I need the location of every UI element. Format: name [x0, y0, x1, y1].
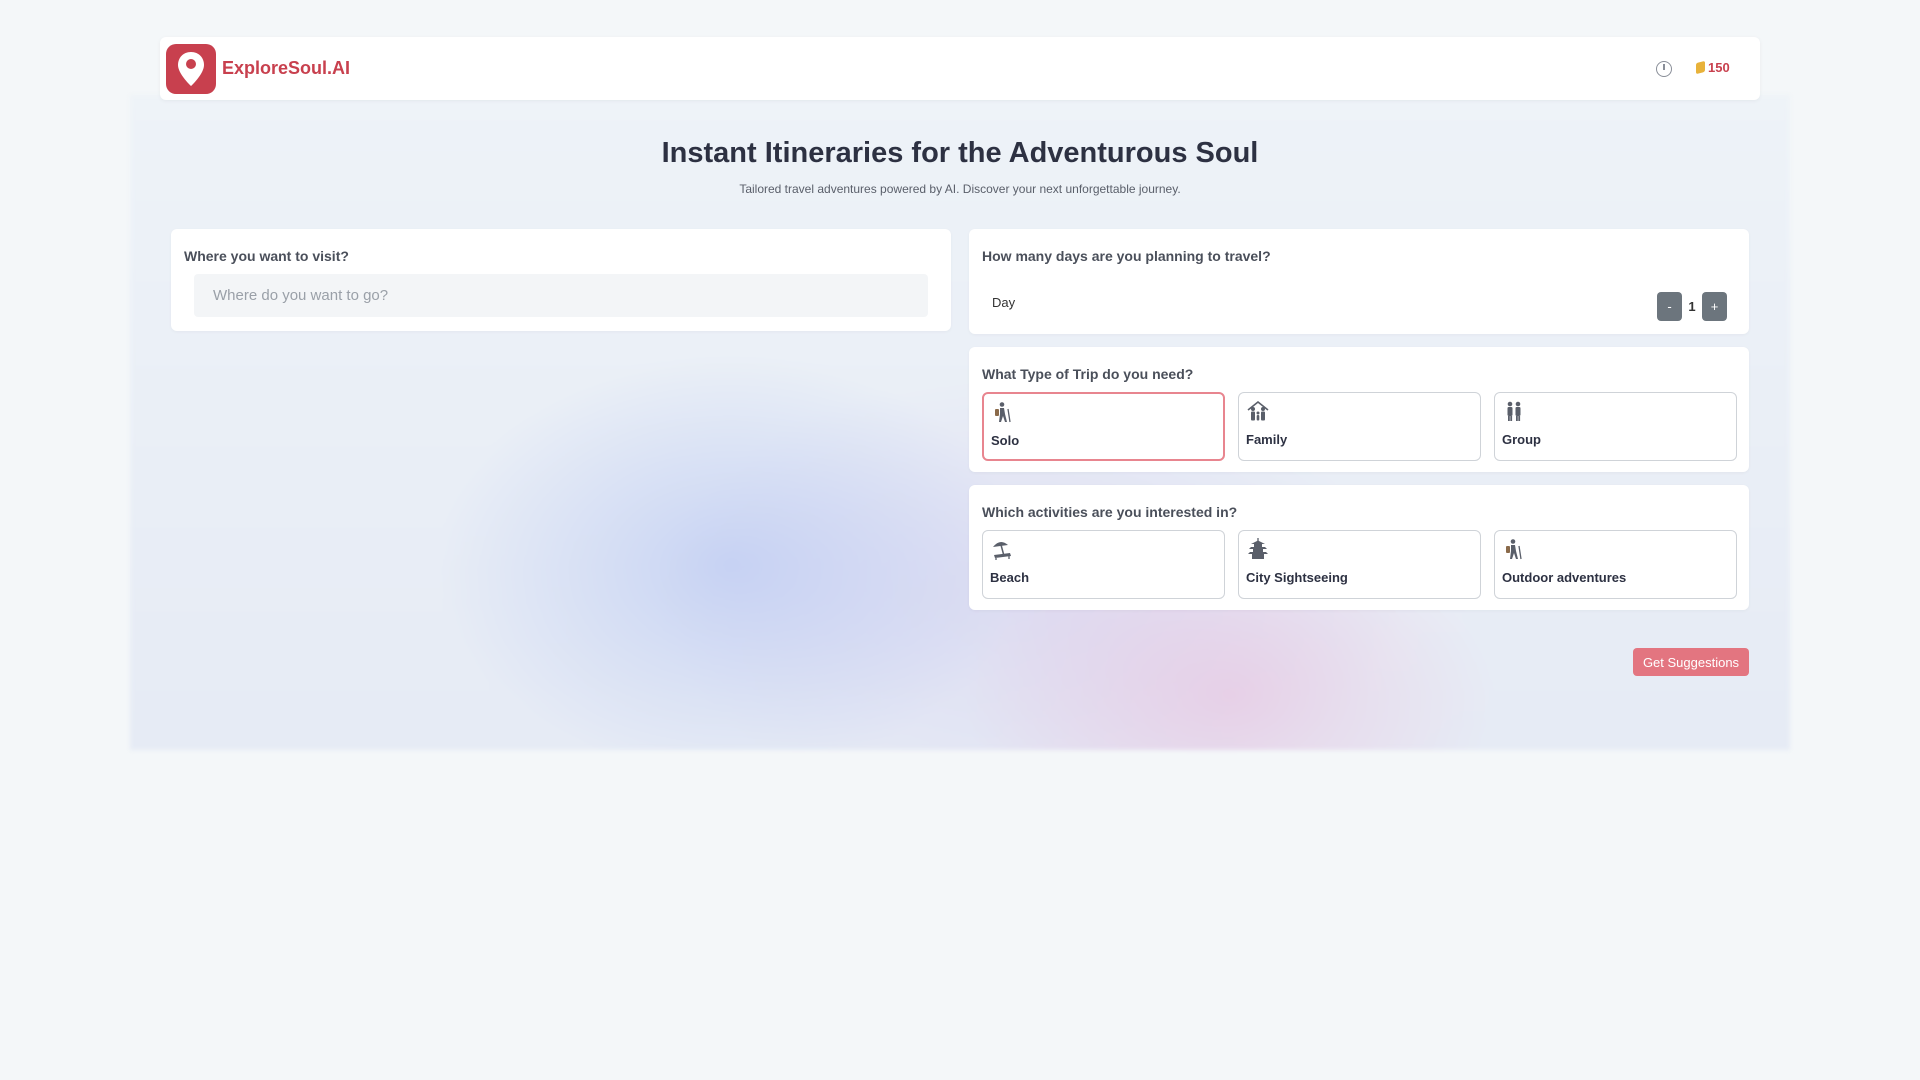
days-card: How many days are you planning to travel…	[969, 229, 1749, 334]
activity-option-label: City Sightseeing	[1246, 570, 1348, 585]
group-icon	[1507, 401, 1521, 421]
decrement-days-button[interactable]: -	[1657, 292, 1682, 321]
trip-option-solo[interactable]: Solo	[982, 392, 1225, 461]
beach-umbrella-icon	[993, 541, 1011, 560]
day-unit-label: Day	[992, 295, 1016, 310]
activity-option-outdoor-adventures[interactable]: Outdoor adventures	[1494, 530, 1737, 599]
increment-days-button[interactable]: +	[1702, 292, 1727, 321]
coin-balance[interactable]: 150	[1696, 60, 1730, 75]
activities-label: Which activities are you interested in?	[982, 504, 1238, 520]
trip-type-card: What Type of Trip do you need? Solo Fami…	[969, 347, 1749, 472]
trip-option-label: Solo	[991, 433, 1020, 448]
destination-input[interactable]	[194, 274, 928, 317]
trip-option-family[interactable]: Family	[1238, 392, 1481, 461]
location-pin-icon[interactable]	[166, 44, 216, 94]
page-title: Instant Itineraries for the Adventurous …	[661, 137, 1259, 169]
activity-option-beach[interactable]: Beach	[982, 530, 1225, 599]
days-label: How many days are you planning to travel…	[982, 248, 1271, 264]
family-icon	[1247, 400, 1269, 421]
trip-type-label: What Type of Trip do you need?	[982, 366, 1194, 382]
history-clock-icon[interactable]	[1656, 61, 1672, 77]
activities-card: Which activities are you interested in? …	[969, 485, 1749, 610]
coin-stack-icon	[1696, 60, 1705, 75]
activity-option-label: Outdoor adventures	[1502, 570, 1627, 585]
page-subtitle: Tailored travel adventures powered by AI…	[739, 182, 1181, 196]
activity-option-label: Beach	[990, 570, 1030, 585]
pagoda-icon	[1248, 538, 1268, 559]
hiker-icon	[1506, 539, 1522, 560]
trip-option-label: Group	[1502, 432, 1541, 447]
coin-count: 150	[1708, 60, 1730, 75]
destination-label: Where you want to visit?	[184, 248, 349, 264]
hiker-icon	[995, 402, 1011, 423]
days-stepper: - 1 +	[1657, 292, 1727, 321]
trip-option-group[interactable]: Group	[1494, 392, 1737, 461]
destination-card: Where you want to visit?	[171, 229, 951, 331]
get-suggestions-button[interactable]: Get Suggestions	[1633, 648, 1749, 676]
top-navbar: ExploreSoul.AI 150	[160, 37, 1760, 100]
days-value: 1	[1688, 299, 1696, 314]
activity-option-city-sightseeing[interactable]: City Sightseeing	[1238, 530, 1481, 599]
trip-option-label: Family	[1246, 432, 1288, 447]
brand-name[interactable]: ExploreSoul.AI	[222, 58, 350, 79]
